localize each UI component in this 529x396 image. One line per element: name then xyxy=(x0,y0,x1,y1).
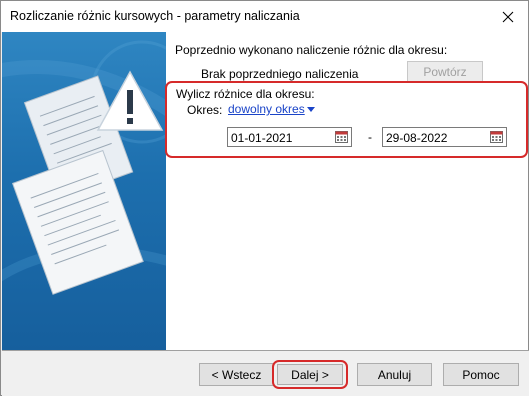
repeat-button[interactable]: Powtórz xyxy=(407,61,483,83)
close-button[interactable] xyxy=(488,1,528,32)
documents-illustration xyxy=(2,40,166,295)
period-dropdown-value: dowolny okres xyxy=(228,102,305,116)
date-separator: - xyxy=(368,130,372,144)
chevron-down-icon xyxy=(306,107,315,113)
period-dropdown[interactable]: dowolny okres xyxy=(228,102,315,116)
previous-status: Brak poprzedniego naliczenia xyxy=(201,67,359,81)
date-from-field[interactable]: 01-01-2021 xyxy=(227,127,352,147)
calc-heading: Wylicz różnice dla okresu: xyxy=(176,87,315,101)
date-to-value: 29-08-2022 xyxy=(386,131,448,145)
calendar-icon[interactable] xyxy=(335,131,348,143)
title-bar: Rozliczanie różnic kursowych - parametry… xyxy=(1,1,528,32)
window-title: Rozliczanie różnic kursowych - parametry… xyxy=(10,9,300,23)
period-label: Okres: xyxy=(187,103,223,117)
dialog-window: Rozliczanie różnic kursowych - parametry… xyxy=(0,0,529,396)
close-icon xyxy=(502,11,514,22)
side-illustration xyxy=(2,32,166,350)
calendar-icon[interactable] xyxy=(490,131,503,143)
date-to-field[interactable]: 29-08-2022 xyxy=(382,127,507,147)
cancel-button[interactable]: Anuluj xyxy=(357,363,432,386)
date-from-value: 01-01-2021 xyxy=(231,131,293,145)
help-button[interactable]: Pomoc xyxy=(443,363,519,386)
back-button[interactable]: < Wstecz xyxy=(199,363,274,386)
next-button[interactable]: Dalej > xyxy=(277,364,343,385)
previous-heading: Poprzednio wykonano naliczenie różnic dl… xyxy=(175,43,448,57)
